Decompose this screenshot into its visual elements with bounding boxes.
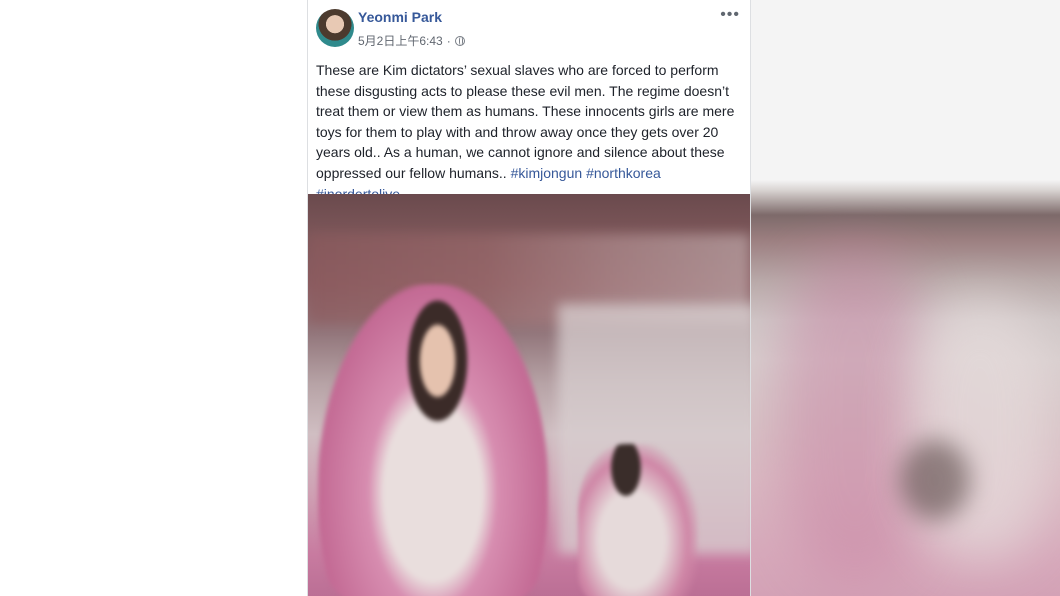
post-meta: 5月2日上午6:43 ·: [358, 32, 465, 49]
post-video-image[interactable]: [308, 194, 750, 596]
background-dancer-figure: [578, 444, 698, 596]
post-text: These are Kim dictators’ sexual slaves w…: [316, 60, 744, 204]
globe-icon[interactable]: [454, 35, 465, 46]
author-name[interactable]: Yeonmi Park: [358, 9, 442, 25]
blurred-backdrop: [910, 300, 1050, 560]
meta-separator: ·: [446, 33, 451, 48]
post-timestamp[interactable]: 5月2日上午6:43: [358, 32, 443, 49]
blurred-background-image: [750, 0, 1060, 596]
blurred-figure: [780, 250, 930, 580]
hashtag-link[interactable]: #northkorea: [586, 165, 661, 181]
post-body: These are Kim dictators’ sexual slaves w…: [316, 62, 735, 181]
blurred-head: [900, 440, 970, 520]
more-options-button[interactable]: •••: [720, 6, 740, 24]
dancer-figure: [318, 284, 548, 596]
post-header: Yeonmi Park 5月2日上午6:43 · •••: [308, 0, 750, 60]
avatar[interactable]: [316, 9, 354, 47]
hashtag-link[interactable]: #kimjongun: [511, 165, 583, 181]
facebook-post: Yeonmi Park 5月2日上午6:43 · ••• These are K…: [307, 0, 751, 596]
